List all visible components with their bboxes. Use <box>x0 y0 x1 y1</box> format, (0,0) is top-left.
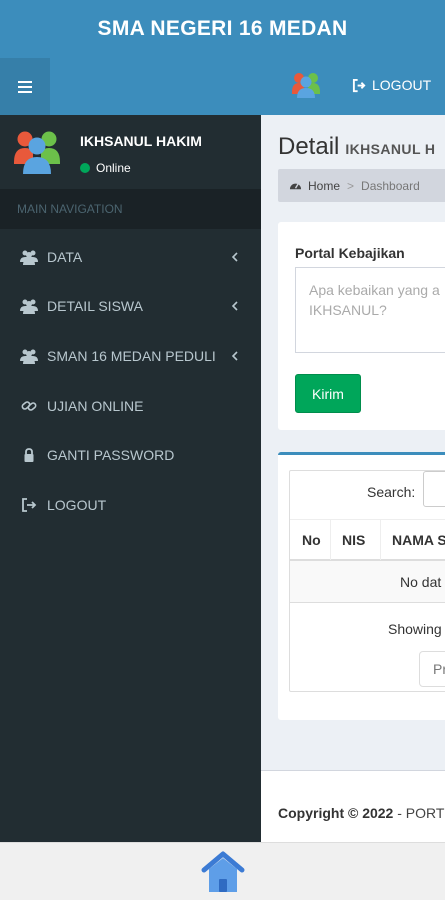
user-status-label: Online <box>96 161 131 175</box>
nav-header: MAIN NAVIGATION <box>0 189 261 229</box>
column-divider <box>380 520 381 560</box>
online-dot-icon <box>80 163 90 173</box>
chain-link-icon <box>21 400 37 411</box>
sidebar-item-label: LOGOUT <box>47 496 107 513</box>
search-label: Search: <box>367 484 416 500</box>
bottom-bar <box>0 842 445 900</box>
sidebar-item-ujian-online[interactable]: UJIAN ONLINE <box>0 381 261 431</box>
users-icon <box>20 349 38 364</box>
previous-page-button[interactable]: Pr <box>419 651 445 687</box>
main-content: Detail IKHSANUL H Home > Dashboard Portal… <box>261 115 445 842</box>
footer-suffix: - PORT <box>393 805 445 821</box>
column-divider <box>330 520 331 560</box>
breadcrumb-home-link[interactable]: Home <box>308 179 340 193</box>
sidebar-item-label: DETAIL SISWA <box>47 298 143 315</box>
sidebar-item-label: SMAN 16 MEDAN PEDULI <box>47 347 216 364</box>
chevron-left-icon <box>231 252 238 262</box>
search-input[interactable] <box>423 471 445 507</box>
home-icon[interactable] <box>199 848 247 896</box>
hamburger-icon <box>18 80 32 93</box>
app-title-bar: SMA NEGERI 16 MEDAN <box>0 0 445 58</box>
sidebar-item-label: DATA <box>47 248 83 265</box>
table-header: No NIS NAMA S <box>290 519 445 561</box>
chevron-left-icon <box>231 301 238 311</box>
column-header-no[interactable]: No <box>302 520 321 560</box>
page-title: Detail IKHSANUL H <box>278 133 435 161</box>
copyright-text: Copyright © 2022 <box>278 805 394 821</box>
users-icon <box>20 250 38 265</box>
page-title-text: Detail <box>278 133 340 160</box>
users-icon <box>20 299 38 315</box>
header-logout-label: LOGOUT <box>372 77 432 93</box>
dashboard-icon <box>289 183 302 190</box>
sidebar-item-logout[interactable]: LOGOUT <box>0 480 261 530</box>
footer-text: Copyright © 2022 - PORT <box>278 805 444 821</box>
table-box: Search: No NIS NAMA S No dat Showing Pr <box>278 452 445 720</box>
portal-textarea[interactable] <box>295 267 445 353</box>
sidebar-item-label: UJIAN ONLINE <box>47 397 144 414</box>
user-name: IKHSANUL HAKIM <box>80 133 202 149</box>
user-panel: IKHSANUL HAKIM Online <box>0 115 261 189</box>
breadcrumb: Home > Dashboard <box>278 169 445 202</box>
sidebar-item-ganti-password[interactable]: GANTI PASSWORD <box>0 430 261 480</box>
top-navbar: LOGOUT <box>0 58 445 115</box>
sidebar-item-data[interactable]: DATA <box>0 232 261 282</box>
page-subtitle: IKHSANUL H <box>345 141 436 157</box>
portal-label: Portal Kebajikan <box>295 245 405 261</box>
sign-out-icon <box>352 78 366 92</box>
sign-out-icon <box>22 497 37 512</box>
table-info-text: Showing <box>388 621 442 637</box>
users-avatar-icon[interactable] <box>291 70 321 100</box>
column-header-nama[interactable]: NAMA S <box>392 520 445 560</box>
table-row: No dat <box>290 561 445 603</box>
app-title: SMA NEGERI 16 MEDAN <box>97 17 348 40</box>
datatable-wrapper: Search: No NIS NAMA S No dat Showing Pr <box>289 470 445 692</box>
empty-table-text: No dat <box>400 574 442 590</box>
breadcrumb-current: Dashboard <box>361 178 420 193</box>
chevron-left-icon <box>231 351 238 361</box>
sidebar-item-label: GANTI PASSWORD <box>47 447 175 464</box>
sidebar-item-peduli[interactable]: SMAN 16 MEDAN PEDULI <box>0 331 261 381</box>
user-status: Online <box>80 161 131 175</box>
column-header-nis[interactable]: NIS <box>342 520 365 560</box>
user-avatar <box>14 131 60 174</box>
header-logout-button[interactable]: LOGOUT <box>352 77 431 93</box>
sidebar-item-detail-siswa[interactable]: DETAIL SISWA <box>0 282 261 332</box>
footer: Copyright © 2022 - PORT <box>261 770 445 842</box>
breadcrumb-separator: > <box>347 178 355 193</box>
sidebar-toggle-button[interactable] <box>0 58 50 115</box>
portal-box: Portal Kebajikan Kirim <box>278 222 445 430</box>
sidebar: IKHSANUL HAKIM Online MAIN NAVIGATION DA… <box>0 115 261 842</box>
sidebar-menu: DATA DETAIL SISWA SMAN 16 MEDAN PEDULI U… <box>0 232 261 530</box>
kirim-button[interactable]: Kirim <box>295 374 361 413</box>
lock-icon <box>24 448 34 463</box>
